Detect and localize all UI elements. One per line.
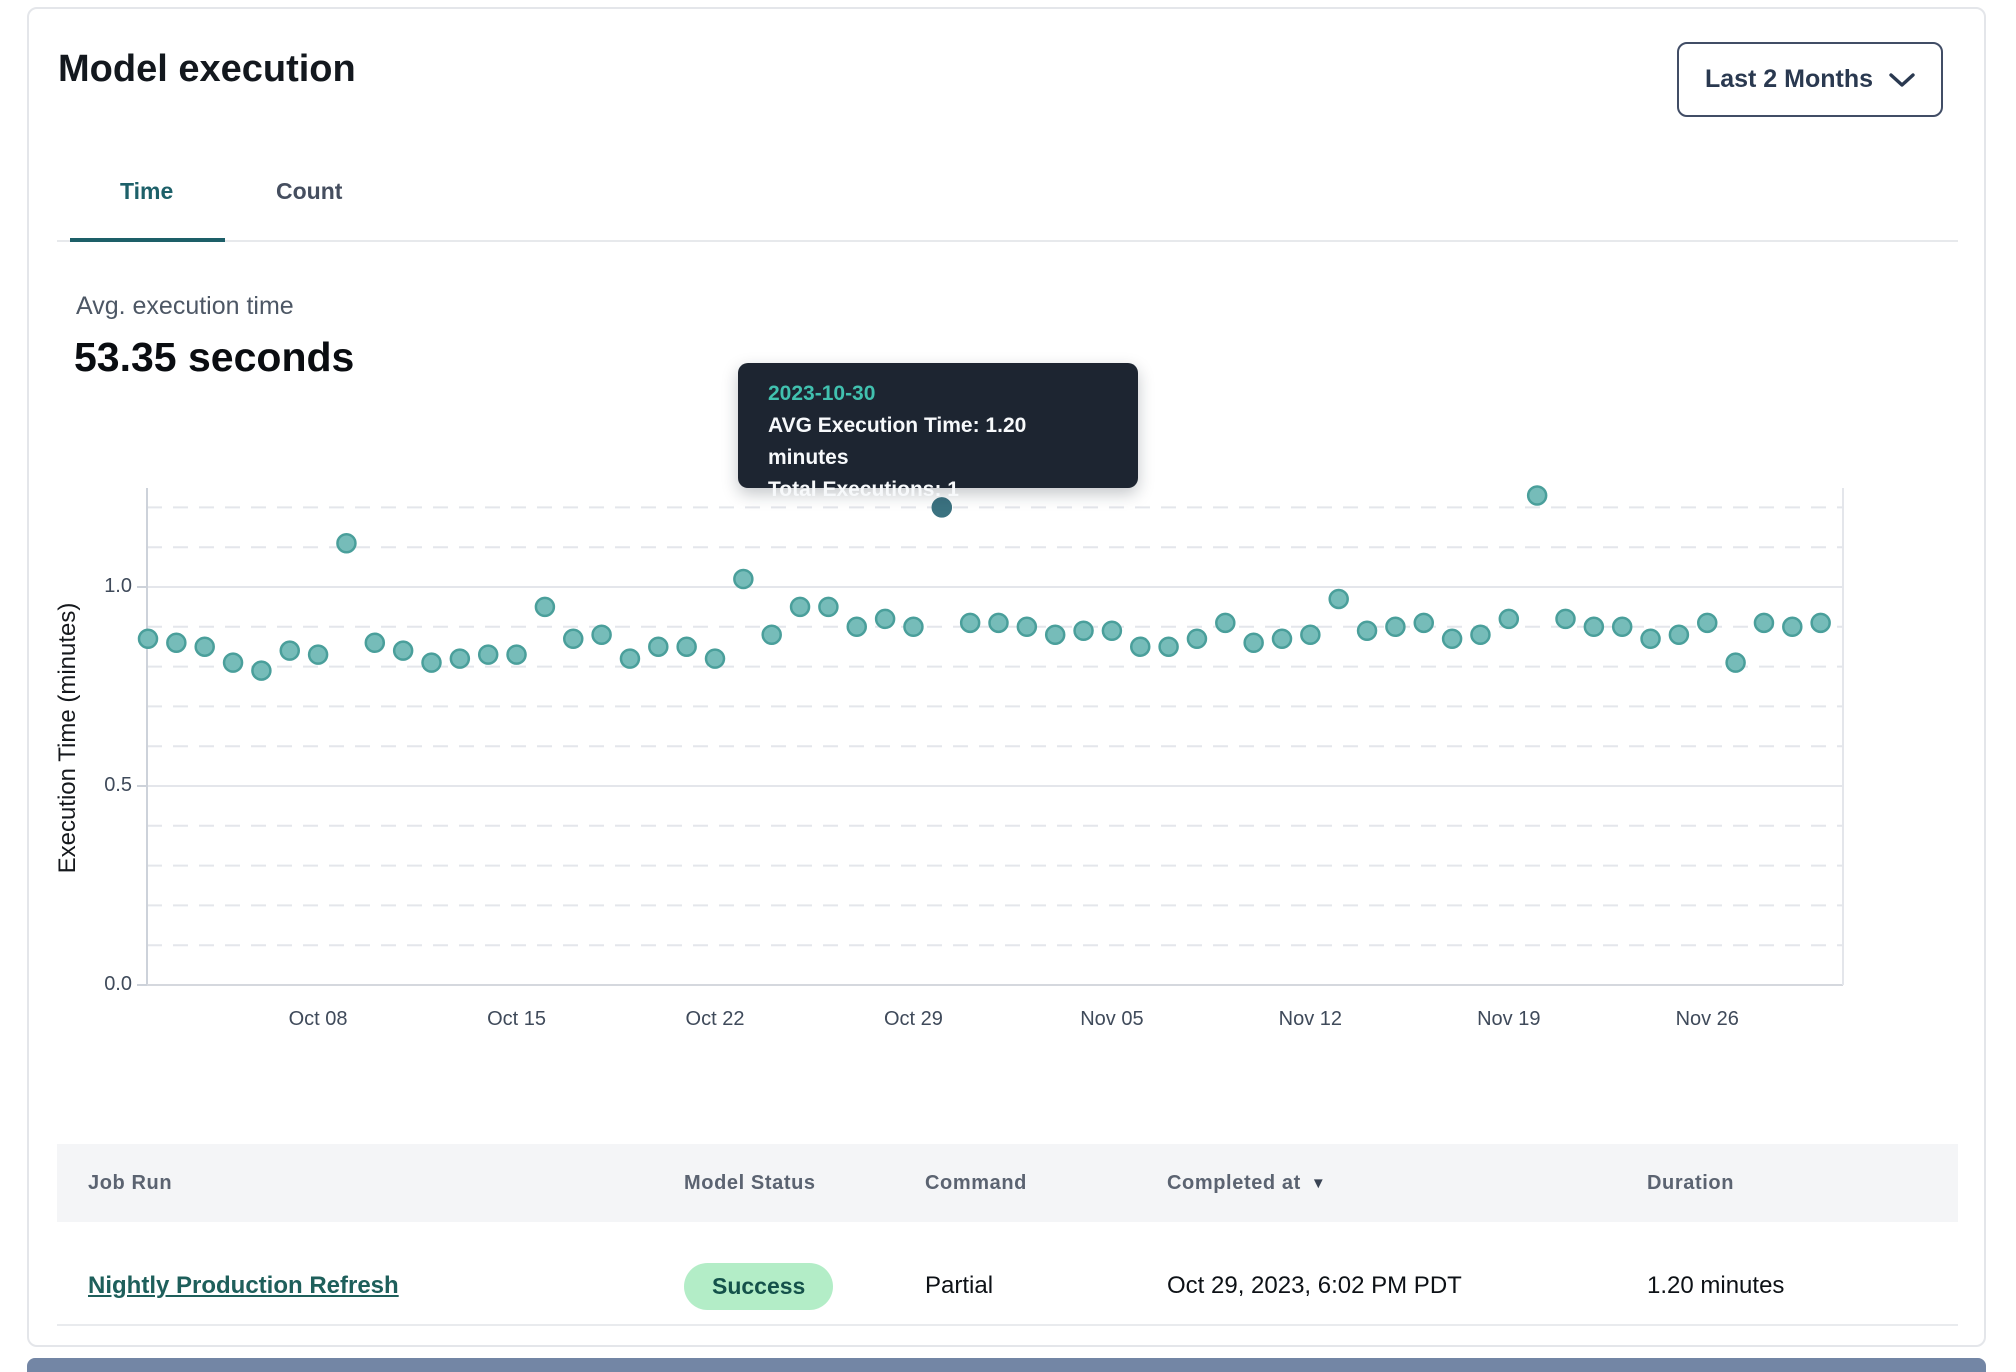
scatter-point[interactable]: [819, 598, 837, 616]
scatter-point[interactable]: [366, 634, 384, 652]
scatter-point[interactable]: [1330, 590, 1348, 608]
scatter-point[interactable]: [423, 654, 441, 672]
column-header-completed-at[interactable]: Completed at ▼: [1167, 1144, 1326, 1222]
column-header-duration: Duration: [1647, 1144, 1734, 1222]
scatter-point[interactable]: [337, 534, 355, 552]
scatter-point[interactable]: [1103, 622, 1121, 640]
scatter-point[interactable]: [1216, 614, 1234, 632]
job-run-link[interactable]: Nightly Production Refresh: [88, 1272, 399, 1300]
scatter-point[interactable]: [621, 650, 639, 668]
scatter-point[interactable]: [649, 638, 667, 656]
column-header-command: Command: [925, 1144, 1027, 1222]
table-row-duration-cell: 1.20 minutes: [1647, 1258, 1784, 1314]
scatter-point[interactable]: [1245, 634, 1263, 652]
scatter-point[interactable]: [1613, 618, 1631, 636]
scatter-point[interactable]: [848, 618, 866, 636]
scatter-point[interactable]: [196, 638, 214, 656]
scatter-point[interactable]: [593, 626, 611, 644]
scatter-point[interactable]: [139, 630, 157, 648]
scatter-point[interactable]: [990, 614, 1008, 632]
scatter-point[interactable]: [904, 618, 922, 636]
scatter-point[interactable]: [1443, 630, 1461, 648]
scatter-point[interactable]: [961, 614, 979, 632]
scatter-point[interactable]: [1471, 626, 1489, 644]
scatter-point[interactable]: [536, 598, 554, 616]
scatter-point[interactable]: [451, 650, 469, 668]
scatter-point[interactable]: [1812, 614, 1830, 632]
scatter-point[interactable]: [1642, 630, 1660, 648]
tooltip-date: 2023-10-30: [768, 378, 1108, 410]
scatter-point[interactable]: [1301, 626, 1319, 644]
scatter-point[interactable]: [1046, 626, 1064, 644]
scatter-point[interactable]: [1358, 622, 1376, 640]
scatter-point[interactable]: [1415, 614, 1433, 632]
table-row-command-cell: Partial: [925, 1258, 993, 1314]
scatter-point[interactable]: [564, 630, 582, 648]
sort-desc-icon: ▼: [1311, 1175, 1326, 1192]
scatter-point[interactable]: [678, 638, 696, 656]
scatter-point[interactable]: [1075, 622, 1093, 640]
table-row-completed-at-cell: Oct 29, 2023, 6:02 PM PDT: [1167, 1258, 1462, 1314]
column-header-model-status: Model Status: [684, 1144, 816, 1222]
scatter-point[interactable]: [734, 570, 752, 588]
scatter-point[interactable]: [167, 634, 185, 652]
scatter-point[interactable]: [763, 626, 781, 644]
chart-tooltip: 2023-10-30 AVG Execution Time: 1.20 minu…: [738, 363, 1138, 488]
scatter-point[interactable]: [1727, 654, 1745, 672]
table-row-job-run-cell: Nightly Production Refresh: [88, 1258, 399, 1314]
scatter-point[interactable]: [1783, 618, 1801, 636]
tooltip-avg-execution-time: AVG Execution Time: 1.20 minutes: [768, 410, 1108, 474]
tooltip-total-executions: Total Executions: 1: [768, 474, 1108, 506]
scatter-point[interactable]: [1698, 614, 1716, 632]
table-row-status-cell: Success: [684, 1258, 833, 1314]
scatter-point[interactable]: [1018, 618, 1036, 636]
scatter-point[interactable]: [252, 662, 270, 680]
scatter-point[interactable]: [508, 646, 526, 664]
scatter-point[interactable]: [1188, 630, 1206, 648]
scatter-point[interactable]: [394, 642, 412, 660]
scatter-point[interactable]: [1273, 630, 1291, 648]
scatter-point[interactable]: [224, 654, 242, 672]
scatter-point[interactable]: [1131, 638, 1149, 656]
status-badge: Success: [684, 1263, 833, 1310]
scatter-point[interactable]: [1528, 486, 1546, 504]
scatter-point[interactable]: [876, 610, 894, 628]
column-header-job-run: Job Run: [88, 1144, 172, 1222]
scatter-point[interactable]: [706, 650, 724, 668]
scatter-point[interactable]: [1386, 618, 1404, 636]
scatter-point[interactable]: [1755, 614, 1773, 632]
scatter-point[interactable]: [281, 642, 299, 660]
scatter-point[interactable]: [1557, 610, 1575, 628]
scatter-point[interactable]: [1585, 618, 1603, 636]
scatter-point[interactable]: [479, 646, 497, 664]
scatter-point[interactable]: [1670, 626, 1688, 644]
scatter-point[interactable]: [309, 646, 327, 664]
scatter-point[interactable]: [1160, 638, 1178, 656]
scatter-point[interactable]: [791, 598, 809, 616]
scatter-point[interactable]: [1500, 610, 1518, 628]
